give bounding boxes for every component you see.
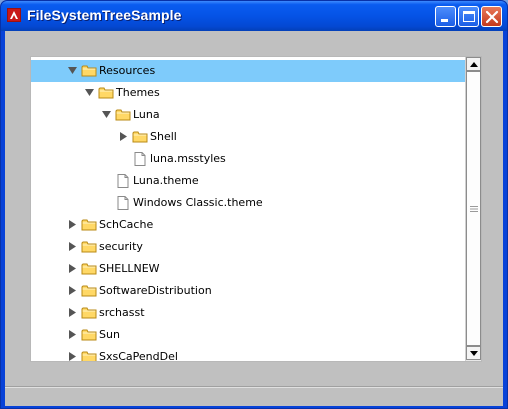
tree-rows: Resources Themes Luna Shell luna.msstyles Lun… bbox=[31, 57, 465, 361]
status-bar bbox=[5, 386, 503, 406]
collapsed-triangle-icon[interactable] bbox=[68, 264, 77, 273]
app-logo-icon bbox=[7, 8, 21, 22]
collapsed-triangle-icon[interactable] bbox=[68, 308, 77, 317]
folder-icon bbox=[98, 87, 114, 99]
folder-icon bbox=[81, 351, 97, 361]
folder-icon bbox=[81, 219, 97, 231]
folder-icon bbox=[81, 241, 97, 253]
tree-item-label: Sun bbox=[99, 328, 120, 341]
tree-item-label: SxsCaPendDel bbox=[99, 350, 178, 361]
window-title: FileSystemTreeSample bbox=[27, 7, 182, 23]
window-client-area: Resources Themes Luna Shell luna.msstyles Lun… bbox=[5, 31, 503, 406]
tree-item-srchasst[interactable]: srchasst bbox=[31, 302, 465, 324]
file-icon bbox=[117, 174, 129, 188]
folder-icon bbox=[81, 329, 97, 341]
expanded-triangle-icon[interactable] bbox=[68, 66, 77, 75]
tree-item-label: SHELLNEW bbox=[99, 262, 160, 275]
tree-item-schcache[interactable]: SchCache bbox=[31, 214, 465, 236]
tree-item-label: security bbox=[99, 240, 143, 253]
collapsed-triangle-icon[interactable] bbox=[68, 352, 77, 361]
tree-item-luna-msstyles[interactable]: luna.msstyles bbox=[31, 148, 465, 170]
scroll-up-button[interactable] bbox=[466, 57, 481, 71]
file-system-tree[interactable]: Resources Themes Luna Shell luna.msstyles Lun… bbox=[30, 56, 482, 362]
collapsed-triangle-icon[interactable] bbox=[68, 330, 77, 339]
scroll-thumb[interactable] bbox=[466, 71, 481, 346]
tree-item-label: Luna.theme bbox=[133, 174, 199, 187]
tree-item-softwaredistribution[interactable]: SoftwareDistribution bbox=[31, 280, 465, 302]
file-icon bbox=[117, 196, 129, 210]
tree-item-resources[interactable]: Resources bbox=[31, 60, 465, 82]
collapsed-triangle-icon[interactable] bbox=[68, 242, 77, 251]
folder-icon bbox=[132, 131, 148, 143]
tree-item-label: Windows Classic.theme bbox=[133, 196, 263, 209]
tree-item-label: Shell bbox=[150, 130, 177, 143]
scroll-grip-icon bbox=[470, 206, 478, 212]
close-icon bbox=[485, 10, 499, 24]
tree-item-label: SoftwareDistribution bbox=[99, 284, 212, 297]
maximize-icon bbox=[463, 11, 475, 22]
title-bar[interactable]: FileSystemTreeSample bbox=[1, 1, 507, 31]
minimize-button[interactable] bbox=[435, 6, 456, 27]
collapsed-triangle-icon[interactable] bbox=[119, 132, 128, 141]
tree-item-sxscapenddel[interactable]: SxsCaPendDel bbox=[31, 346, 465, 361]
tree-item-themes[interactable]: Themes bbox=[31, 82, 465, 104]
tree-item-label: Luna bbox=[133, 108, 160, 121]
folder-icon bbox=[115, 109, 131, 121]
tree-item-security[interactable]: security bbox=[31, 236, 465, 258]
maximize-button[interactable] bbox=[458, 6, 479, 27]
vertical-scrollbar[interactable] bbox=[465, 57, 481, 361]
folder-icon bbox=[81, 307, 97, 319]
folder-icon bbox=[81, 285, 97, 297]
arrow-down-icon bbox=[470, 351, 478, 356]
close-button[interactable] bbox=[481, 6, 502, 27]
tree-item-shellnew[interactable]: SHELLNEW bbox=[31, 258, 465, 280]
expanded-triangle-icon[interactable] bbox=[102, 110, 111, 119]
folder-icon bbox=[81, 263, 97, 275]
tree-item-sun[interactable]: Sun bbox=[31, 324, 465, 346]
minimize-icon bbox=[441, 19, 448, 22]
tree-item-label: luna.msstyles bbox=[150, 152, 226, 165]
arrow-up-icon bbox=[470, 62, 478, 67]
scroll-down-button[interactable] bbox=[466, 346, 481, 360]
folder-icon bbox=[81, 65, 97, 77]
file-icon bbox=[134, 152, 146, 166]
collapsed-triangle-icon[interactable] bbox=[68, 286, 77, 295]
collapsed-triangle-icon[interactable] bbox=[68, 220, 77, 229]
expanded-triangle-icon[interactable] bbox=[85, 88, 94, 97]
tree-item-label: Resources bbox=[99, 64, 156, 77]
tree-item-label: srchasst bbox=[99, 306, 145, 319]
tree-item-luna[interactable]: Luna bbox=[31, 104, 465, 126]
app-window: FileSystemTreeSample Resources Themes Luna… bbox=[0, 0, 508, 409]
tree-item-label: SchCache bbox=[99, 218, 154, 231]
tree-item-windows-classic-theme[interactable]: Windows Classic.theme bbox=[31, 192, 465, 214]
tree-item-label: Themes bbox=[116, 86, 160, 99]
tree-item-luna-theme[interactable]: Luna.theme bbox=[31, 170, 465, 192]
tree-item-shell[interactable]: Shell bbox=[31, 126, 465, 148]
